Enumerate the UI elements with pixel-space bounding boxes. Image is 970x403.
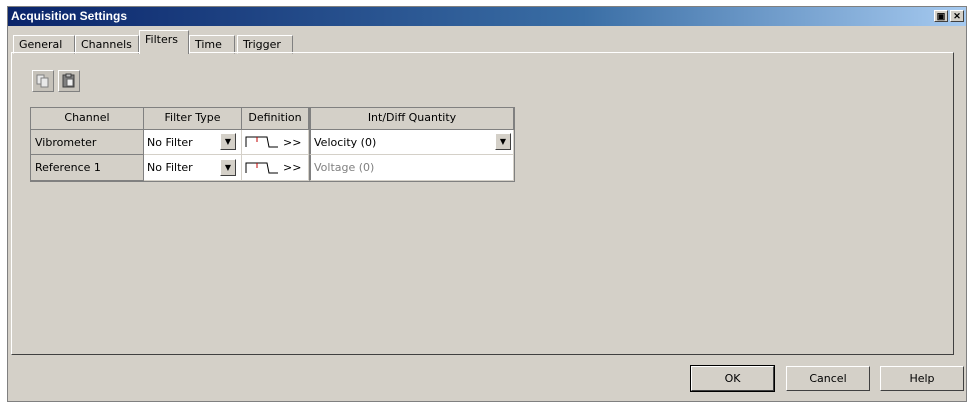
chevron-down-icon[interactable]: ▼: [495, 133, 511, 150]
chevron-down-icon[interactable]: ▼: [220, 159, 236, 176]
paste-icon: [62, 73, 75, 88]
filter-type-select[interactable]: No Filter ▼: [144, 130, 242, 155]
filter-response-icon: [245, 162, 278, 174]
column-header-channel: Channel: [31, 108, 144, 130]
tab-filters[interactable]: Filters: [139, 30, 189, 54]
filter-response-icon: [245, 136, 278, 148]
filter-type-select[interactable]: No Filter ▼: [144, 155, 242, 181]
ok-button[interactable]: OK: [690, 365, 775, 392]
restore-button[interactable]: ▣: [934, 10, 948, 22]
filter-type-value: No Filter: [147, 136, 193, 149]
quantity-value-disabled: Voltage (0): [309, 155, 514, 181]
cancel-button[interactable]: Cancel: [786, 366, 870, 391]
filter-type-value: No Filter: [147, 161, 193, 174]
column-header-int-diff-quantity: Int/Diff Quantity: [309, 108, 514, 130]
quantity-select[interactable]: Velocity (0) ▼: [309, 130, 514, 155]
definition-expand[interactable]: >>: [283, 155, 301, 181]
column-header-definition: Definition: [242, 108, 309, 130]
filters-table: Channel Filter Type Definition Int/Diff …: [30, 107, 515, 182]
filter-definition-cell[interactable]: >>: [242, 155, 309, 181]
filter-definition-cell[interactable]: >>: [242, 130, 309, 155]
close-button[interactable]: ✕: [950, 10, 964, 22]
row-header-reference-1: Reference 1: [31, 155, 144, 181]
quantity-value: Velocity (0): [314, 136, 377, 149]
chevron-down-icon[interactable]: ▼: [220, 133, 236, 150]
row-header-vibrometer: Vibrometer: [31, 130, 144, 155]
copy-button[interactable]: [32, 70, 54, 92]
definition-expand[interactable]: >>: [283, 130, 301, 155]
window-title: Acquisition Settings: [11, 9, 128, 23]
paste-button[interactable]: [58, 70, 80, 92]
filters-panel: [11, 52, 954, 355]
help-button[interactable]: Help: [880, 366, 964, 391]
copy-icon: [36, 74, 49, 88]
column-header-filter-type: Filter Type: [144, 108, 242, 130]
title-bar: Acquisition Settings ▣ ✕: [8, 7, 966, 26]
